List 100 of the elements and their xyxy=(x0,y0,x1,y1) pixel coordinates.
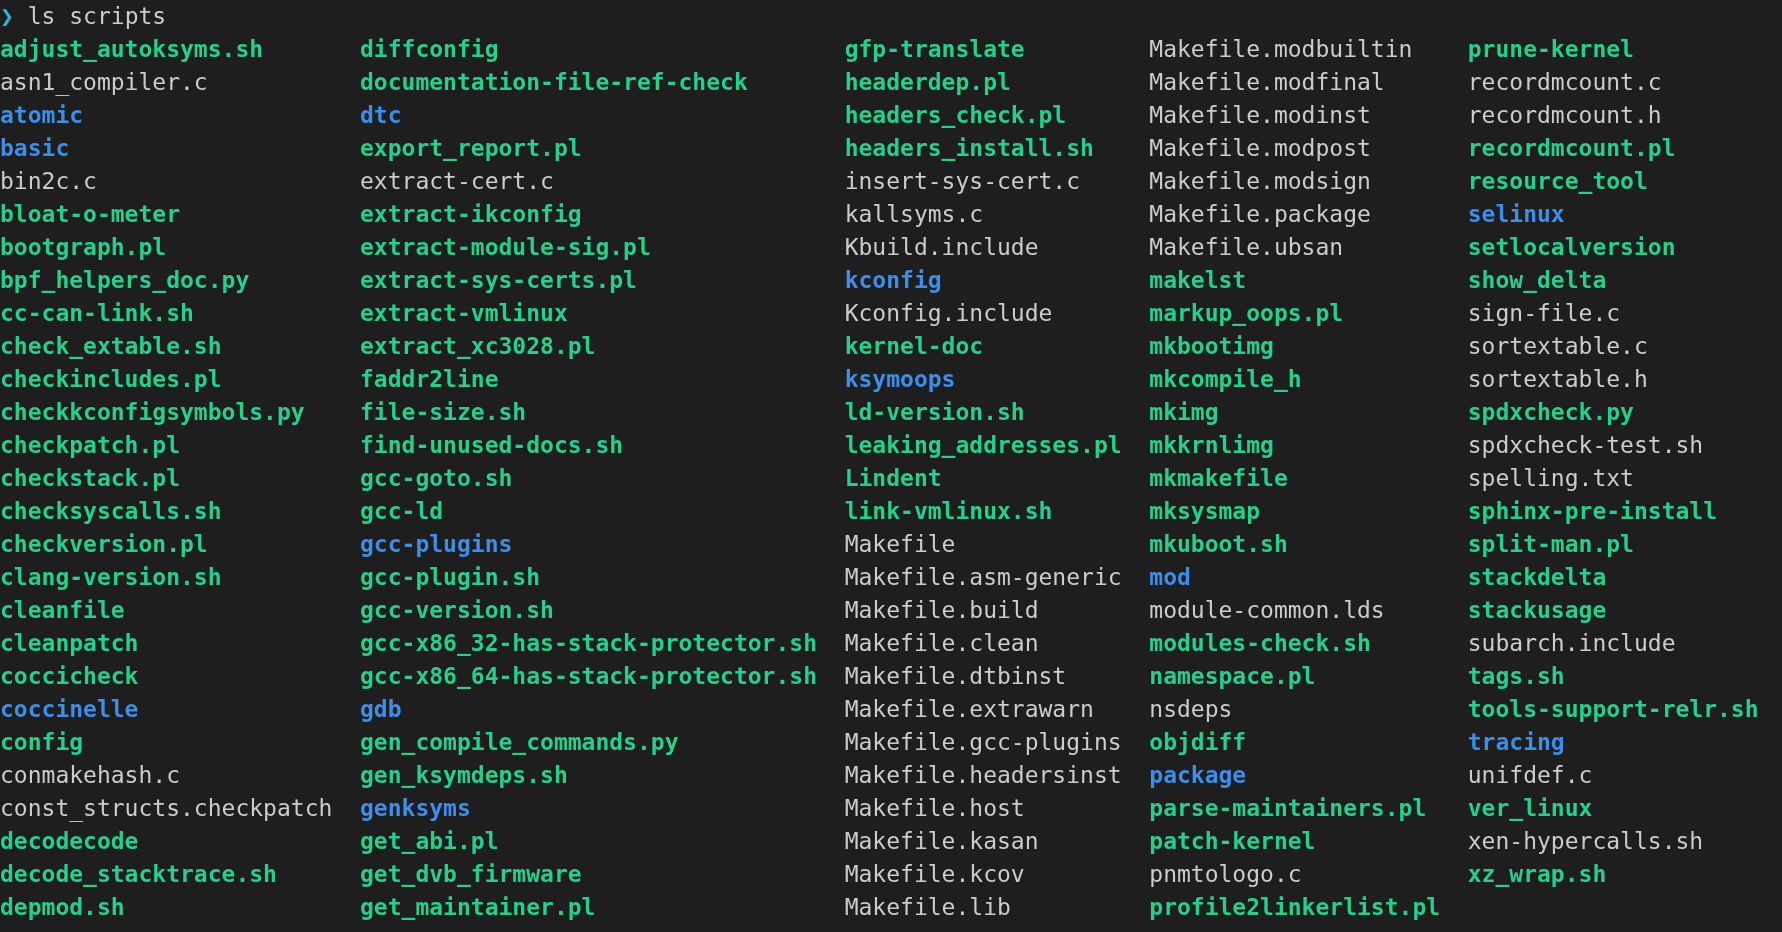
file-name: bin2c.c xyxy=(0,167,97,196)
executable-name: checkkconfigsymbols.py xyxy=(0,398,305,427)
directory-name: dtc xyxy=(360,101,402,130)
directory-name: mod xyxy=(1149,563,1191,592)
file-name: asn1_compiler.c xyxy=(0,68,208,98)
file-name: Makefile.modfinal xyxy=(1149,68,1385,97)
executable-name: ld-version.sh xyxy=(844,398,1025,427)
executable-name: file-size.sh xyxy=(360,398,527,427)
executable-name: gcc-plugin.sh xyxy=(360,563,541,592)
executable-name: check_extable.sh xyxy=(0,332,222,361)
executable-name: extract-sys-certs.pl xyxy=(360,266,637,295)
file-name: nsdeps xyxy=(1149,695,1233,724)
executable-name: setlocalversion xyxy=(1467,233,1676,262)
executable-name: headerdep.pl xyxy=(844,68,1011,97)
executable-name: extract-vmlinux xyxy=(360,299,568,328)
executable-name: cleanpatch xyxy=(0,629,139,658)
file-name: Makefile.kasan xyxy=(844,827,1039,856)
directory-name: gcc-plugins xyxy=(360,530,513,559)
file-name: kallsyms.c xyxy=(844,200,984,229)
file-name: pnmtologo.c xyxy=(1149,860,1302,889)
executable-name: decodecode xyxy=(0,827,139,856)
file-name: Makefile.ubsan xyxy=(1149,233,1344,262)
executable-name: bpf_helpers_doc.py xyxy=(0,266,250,295)
executable-name: stackusage xyxy=(1467,596,1607,625)
executable-name: gfp-translate xyxy=(844,35,1025,64)
file-name: const_structs.checkpatch xyxy=(0,794,333,824)
executable-name: gcc-x86_32-has-stack-protector.sh xyxy=(360,629,817,658)
executable-name: diffconfig xyxy=(360,35,499,64)
executable-name: tags.sh xyxy=(1467,662,1565,691)
executable-name: profile2linkerlist.pl xyxy=(1149,893,1441,922)
executable-name: mkbootimg xyxy=(1149,332,1274,361)
directory-name: coccinelle xyxy=(0,695,139,724)
executable-name: checkpatch.pl xyxy=(0,431,180,460)
executable-name: parse-maintainers.pl xyxy=(1149,794,1427,823)
executable-name: link-vmlinux.sh xyxy=(844,497,1053,526)
file-name: insert-sys-cert.c xyxy=(844,167,1081,196)
executable-name: show_delta xyxy=(1467,266,1607,295)
executable-name: leaking_addresses.pl xyxy=(844,431,1122,460)
executable-name: bloat-o-meter xyxy=(0,200,180,229)
executable-name: markup_oops.pl xyxy=(1149,299,1344,328)
executable-name: extract_xc3028.pl xyxy=(360,332,596,361)
executable-name: makelst xyxy=(1149,266,1247,295)
file-name: sortextable.c xyxy=(1467,332,1648,361)
command-text: ls scripts xyxy=(27,2,167,31)
file-name: Makefile.modsign xyxy=(1149,167,1371,196)
file-name: Makefile.modinst xyxy=(1149,101,1371,130)
file-name: Makefile.kcov xyxy=(844,860,1025,889)
directory-name: basic xyxy=(0,134,70,163)
executable-name: objdiff xyxy=(1149,728,1247,757)
executable-name: extract-module-sig.pl xyxy=(360,233,651,262)
file-name: Makefile.build xyxy=(844,596,1039,625)
file-name: Makefile.headersinst xyxy=(844,761,1122,790)
file-name: Makefile.extrawarn xyxy=(844,695,1094,724)
directory-name: ksymoops xyxy=(844,365,956,394)
executable-name: bootgraph.pl xyxy=(0,233,167,262)
file-name: subarch.include xyxy=(1467,629,1676,658)
executable-name: depmod.sh xyxy=(0,893,125,922)
directory-name: kconfig xyxy=(844,266,942,295)
file-name: recordmcount.h xyxy=(1467,101,1662,130)
directory-name: selinux xyxy=(1467,200,1565,229)
executable-name: faddr2line xyxy=(360,365,499,394)
executable-name: documentation-file-ref-check xyxy=(360,68,748,97)
directory-name: genksyms xyxy=(360,794,471,823)
executable-name: mksysmap xyxy=(1149,497,1261,526)
executable-name: checkincludes.pl xyxy=(0,365,222,394)
executable-name: clang-version.sh xyxy=(0,563,222,592)
file-name: Kconfig.include xyxy=(844,299,1053,328)
executable-name: prune-kernel xyxy=(1467,35,1634,64)
file-name: Makefile.dtbinst xyxy=(844,662,1067,691)
file-name: Makefile.modbuiltin xyxy=(1149,35,1413,64)
executable-name: mkmakefile xyxy=(1149,464,1288,493)
file-name: sign-file.c xyxy=(1467,299,1621,328)
executable-name: patch-kernel xyxy=(1149,827,1316,856)
executable-name: stackdelta xyxy=(1467,563,1607,592)
file-name: Makefile xyxy=(844,530,956,559)
executable-name: mkimg xyxy=(1149,398,1219,427)
file-name: recordmcount.c xyxy=(1467,68,1662,97)
executable-name: gcc-goto.sh xyxy=(360,464,513,493)
executable-name: recordmcount.pl xyxy=(1467,134,1676,163)
executable-name: namespace.pl xyxy=(1149,662,1316,691)
executable-name: get_maintainer.pl xyxy=(360,893,596,922)
file-name: module-common.lds xyxy=(1149,596,1385,625)
file-name: spdxcheck-test.sh xyxy=(1467,431,1704,460)
executable-name: mkuboot.sh xyxy=(1149,530,1288,559)
executable-name: mkkrnlimg xyxy=(1149,431,1274,460)
directory-name: package xyxy=(1149,761,1247,790)
executable-name: extract-ikconfig xyxy=(360,200,582,229)
executable-name: gen_ksymdeps.sh xyxy=(360,761,568,790)
file-name: sortextable.h xyxy=(1467,365,1648,394)
executable-name: cleanfile xyxy=(0,596,125,625)
executable-name: xz_wrap.sh xyxy=(1467,860,1607,889)
executable-name: export_report.pl xyxy=(360,134,582,163)
executable-name: checksyscalls.sh xyxy=(0,497,222,526)
executable-name: resource_tool xyxy=(1467,167,1648,196)
file-name: conmakehash.c xyxy=(0,761,180,790)
executable-name: modules-check.sh xyxy=(1149,629,1371,658)
prompt-symbol: ❯ xyxy=(0,2,14,31)
file-name: Makefile.gcc-plugins xyxy=(844,728,1122,757)
executable-name: checkversion.pl xyxy=(0,530,208,559)
executable-name: gcc-version.sh xyxy=(360,596,554,625)
